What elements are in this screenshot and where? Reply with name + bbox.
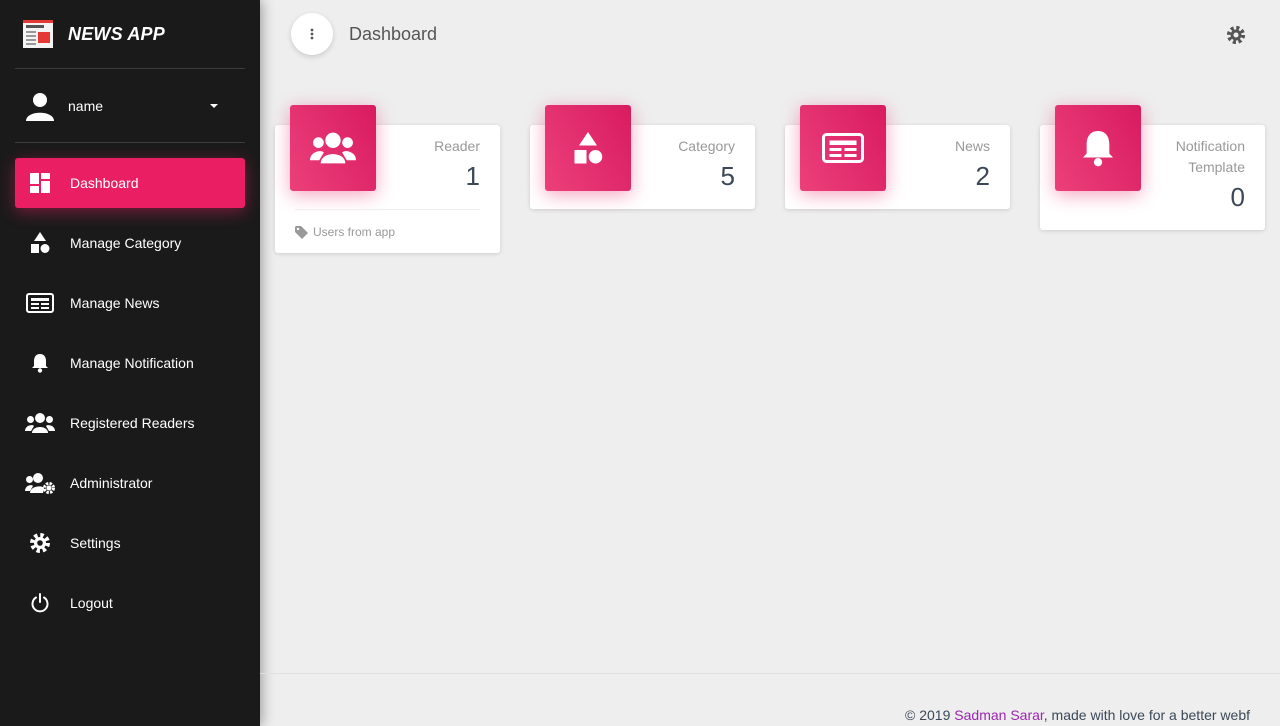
shapes-icon	[25, 231, 55, 255]
sidebar-item-label: Logout	[70, 595, 113, 611]
user-avatar-icon	[26, 92, 54, 121]
stat-value: 0	[1230, 182, 1245, 212]
sidebar-item-label: Manage News	[70, 295, 160, 311]
sidebar-item-label: Manage Category	[70, 235, 182, 251]
sidebar-item-settings[interactable]: Settings	[15, 518, 245, 568]
sidebar-item-label: Dashboard	[70, 175, 139, 191]
stat-card-category: Category 5	[530, 105, 755, 209]
sidebar-item-manage-news[interactable]: Manage News	[15, 278, 245, 328]
chevron-down-icon[interactable]	[210, 104, 218, 108]
stat-category: News	[954, 138, 990, 154]
gear-icon	[1226, 25, 1246, 45]
sidebar-toggle-button[interactable]	[291, 13, 333, 55]
stat-category: Notification Template	[1175, 138, 1245, 175]
brand[interactable]: NEWS APP	[15, 0, 245, 69]
footer: © 2019 Sadman Sarar, made with love for …	[260, 673, 1280, 726]
sidebar-item-administrator[interactable]: Administrator	[15, 458, 245, 508]
sidebar-nav: Dashboard Manage Category Manage News Ma…	[0, 158, 260, 628]
user-menu[interactable]: name	[15, 69, 245, 143]
stat-card-news: News 2	[785, 105, 1010, 209]
brand-title: NEWS APP	[68, 23, 165, 44]
newspaper-logo	[23, 20, 53, 48]
sidebar: NEWS APP name Dashboard Manage Category …	[0, 0, 260, 726]
gear-icon	[25, 531, 55, 555]
sidebar-item-manage-category[interactable]: Manage Category	[15, 218, 245, 268]
author-link[interactable]: Sadman Sarar	[954, 707, 1044, 723]
stat-card-reader: Reader 1 Users from app	[275, 105, 500, 253]
sidebar-item-label: Registered Readers	[70, 415, 195, 431]
card-footer: Users from app	[295, 209, 480, 239]
newspaper-icon	[25, 291, 55, 315]
stat-category: Reader	[434, 138, 480, 154]
card-footer-text: Users from app	[313, 225, 396, 239]
dashboard-icon	[25, 171, 55, 195]
sidebar-item-dashboard[interactable]: Dashboard	[15, 158, 245, 208]
sidebar-item-manage-notification[interactable]: Manage Notification	[15, 338, 245, 388]
copyright-prefix: © 2019	[905, 707, 955, 723]
sidebar-item-logout[interactable]: Logout	[15, 578, 245, 628]
copyright: © 2019 Sadman Sarar, made with love for …	[905, 707, 1250, 723]
topbar: Dashboard	[260, 0, 1280, 70]
stat-card-notification-template: Notification Template 0	[1040, 105, 1265, 230]
user-name: name	[68, 97, 104, 114]
power-icon	[25, 591, 55, 615]
more-vertical-icon	[310, 28, 314, 40]
stat-value: 1	[465, 161, 480, 191]
stat-value: 2	[975, 161, 990, 191]
stat-category: Category	[678, 138, 735, 154]
copyright-suffix: , made with love for a better webf	[1043, 707, 1250, 723]
stat-value: 5	[720, 161, 735, 191]
settings-button[interactable]	[1226, 25, 1246, 45]
users-cog-icon	[25, 471, 55, 495]
sidebar-item-label: Settings	[70, 535, 121, 551]
page-title: Dashboard	[349, 24, 438, 44]
users-icon	[25, 411, 55, 435]
sidebar-item-registered-readers[interactable]: Registered Readers	[15, 398, 245, 448]
sidebar-item-label: Administrator	[70, 475, 153, 491]
bell-icon	[25, 351, 55, 375]
tag-icon	[295, 225, 308, 239]
sidebar-item-label: Manage Notification	[70, 355, 194, 371]
